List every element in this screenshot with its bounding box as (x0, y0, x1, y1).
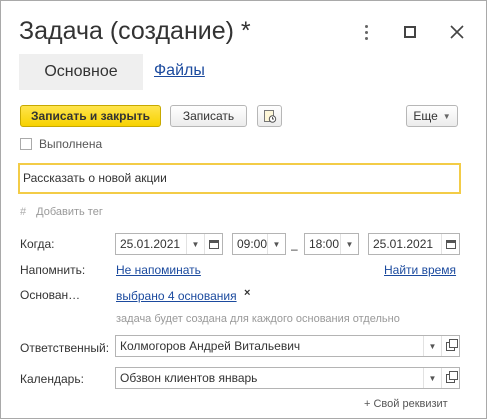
clear-basis-icon[interactable]: × (244, 287, 250, 299)
chevron-down-icon[interactable]: ▼ (423, 336, 441, 356)
more-actions-icon[interactable] (354, 19, 378, 45)
attach-file-button[interactable] (257, 105, 282, 127)
calendar-icon[interactable] (204, 234, 222, 254)
calendar-icon[interactable] (441, 234, 459, 254)
basis-note: задача будет создана для каждого основан… (116, 313, 400, 325)
calendar-field[interactable]: Обзвон клиентов январь ▼ (115, 367, 460, 389)
more-button[interactable]: Еще ▼ (406, 105, 458, 127)
task-create-window: Задача (создание) * Основное Файлы Запис… (0, 0, 487, 419)
done-checkbox[interactable] (20, 138, 32, 150)
start-date-field[interactable]: 25.01.2021 ▼ (115, 233, 223, 255)
responsible-value: Колмогоров Андрей Витальевич (120, 339, 301, 353)
open-icon[interactable] (441, 336, 459, 356)
open-icon[interactable] (441, 368, 459, 388)
responsible-label: Ответственный: (20, 341, 110, 355)
chevron-down-icon[interactable]: ▼ (423, 368, 441, 388)
end-time-value: 18:00 (309, 237, 340, 251)
calendar-value: Обзвон клиентов январь (120, 371, 258, 385)
more-button-label: Еще (413, 109, 438, 123)
when-label: Когда: (20, 237, 55, 251)
end-date-value: 25.01.2021 (373, 237, 434, 251)
add-tag-link[interactable]: Добавить тег (36, 206, 103, 218)
basis-link[interactable]: выбрано 4 основания (116, 289, 237, 303)
chevron-down-icon[interactable]: ▼ (186, 234, 204, 254)
responsible-field[interactable]: Колмогоров Андрей Витальевич ▼ (115, 335, 460, 357)
done-label: Выполнена (39, 137, 103, 151)
close-icon[interactable] (445, 19, 469, 45)
find-time-link[interactable]: Найти время (384, 263, 456, 277)
chevron-down-icon[interactable]: ▼ (267, 234, 285, 254)
save-and-close-button[interactable]: Записать и закрыть (20, 105, 161, 127)
tab-main[interactable]: Основное (19, 54, 143, 90)
end-time-field[interactable]: 18:00 ▼ (304, 233, 359, 255)
remind-link[interactable]: Не напоминать (116, 263, 201, 277)
save-button[interactable]: Записать (170, 105, 247, 127)
start-time-value: 09:00 (237, 237, 267, 251)
start-time-field[interactable]: 09:00 ▼ (232, 233, 286, 255)
start-date-value: 25.01.2021 (120, 237, 181, 251)
add-custom-attribute-link[interactable]: + Свой реквизит (364, 398, 448, 410)
time-range-dash: – (291, 242, 298, 256)
maximize-icon[interactable] (398, 19, 422, 45)
tab-files[interactable]: Файлы (154, 62, 205, 80)
window-title: Задача (создание) * (19, 17, 251, 45)
basis-label: Основан… (20, 288, 81, 302)
add-tag-row[interactable]: # Добавить тег (20, 206, 103, 218)
chevron-down-icon[interactable]: ▼ (340, 234, 358, 254)
hash-icon: # (20, 206, 27, 218)
calendar-label: Календарь: (20, 372, 84, 386)
attach-file-icon (263, 110, 276, 123)
chevron-down-icon: ▼ (442, 111, 451, 121)
remind-label: Напомнить: (20, 263, 86, 277)
end-date-field[interactable]: 25.01.2021 (368, 233, 460, 255)
subject-input[interactable]: Рассказать о новой акции (18, 163, 461, 194)
done-checkbox-row[interactable]: Выполнена (20, 137, 102, 151)
